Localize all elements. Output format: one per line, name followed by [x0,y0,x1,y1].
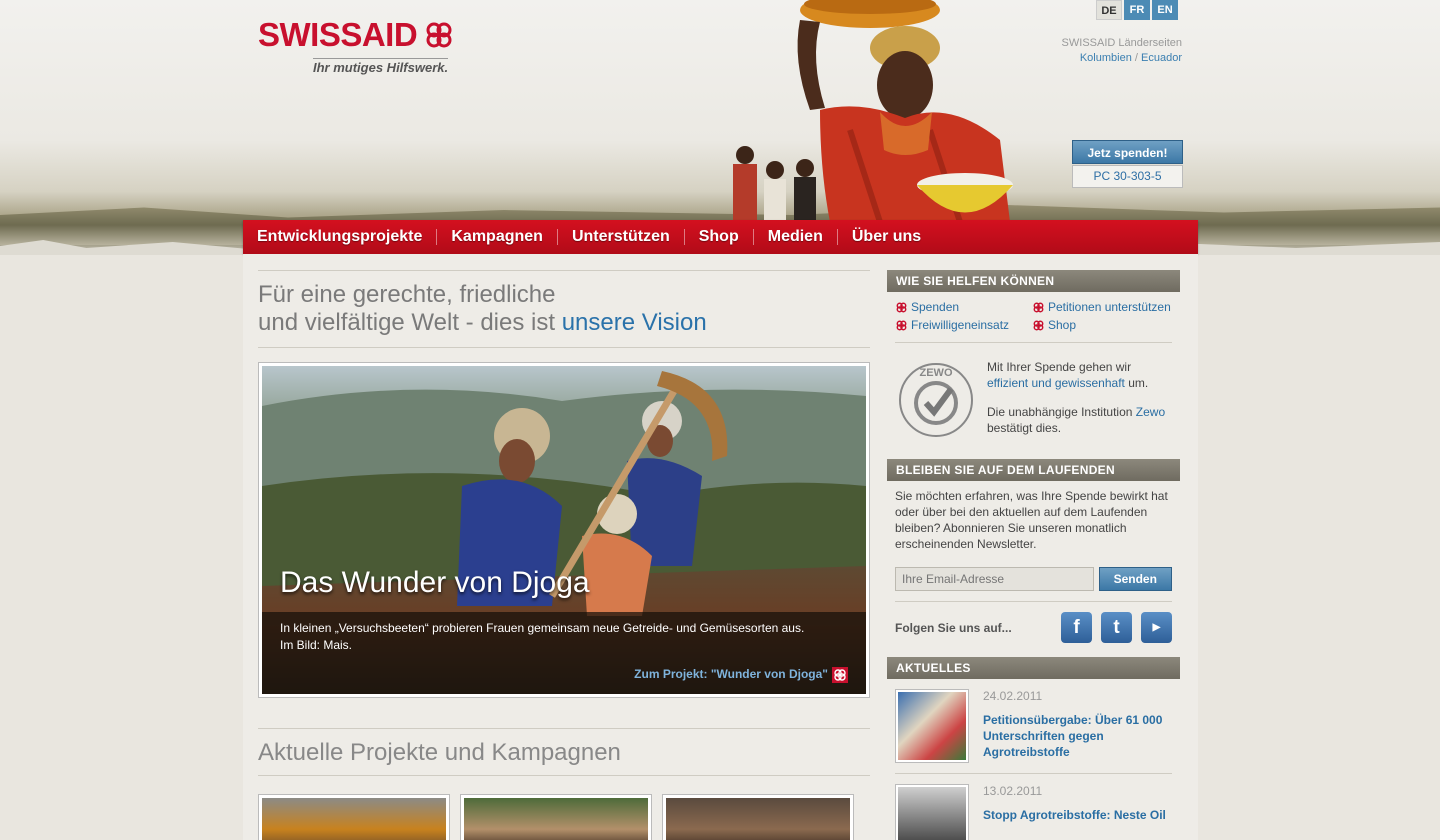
language-switcher: DE FR EN [1096,0,1178,20]
help-links: Spenden Petitionen unterstützen Freiwill… [887,292,1180,342]
country-separator: / [1134,52,1138,64]
help-link-label: Spenden [911,300,960,314]
country-link-ecuador[interactable]: Ecuador [1141,52,1182,64]
newsletter-text: Sie möchten erfahren, was Ihre Spende be… [895,489,1168,551]
feature-caption-line-2: Im Bild: Mais. [280,638,353,652]
news-item[interactable]: 24.02.2011 Petitionsübergabe: Über 61 00… [887,679,1180,773]
donate-button[interactable]: Jetz spenden! [1072,140,1183,164]
newsletter-heading: BLEIBEN SIE AUF DEM LAUFENDEN [887,459,1180,481]
swissaid-logo[interactable]: SWISSAID Ihr mutiges Hilfswerk. [258,16,454,75]
project-thumbnail[interactable] [460,794,652,840]
zewo-text-1: Mit Ihrer Spende gehen wir effizient und… [987,359,1165,391]
news-item[interactable]: 13.02.2011 Stopp Agrotreibstoffe: Neste … [887,774,1180,840]
zewo-text-2a: Die unabhängige Institution [987,405,1133,419]
main-nav: Entwicklungsprojekte Kampagnen Unterstüt… [243,220,1198,254]
nav-item-shop[interactable]: Shop [699,229,754,245]
projects-section: Aktuelle Projekte und Kampagnen [258,728,870,767]
zewo-seal-label: ZEWO [920,367,953,379]
project-thumbnail[interactable] [258,794,450,840]
zewo-link[interactable]: Zewo [1136,405,1165,419]
swissaid-cross-icon [426,22,452,48]
projects-heading: Aktuelle Projekte und Kampagnen [258,739,621,766]
vision-link[interactable]: unsere Vision [562,309,707,336]
swissaid-cross-icon [1033,302,1044,313]
sidebar: WIE SIE HELFEN KÖNNEN Spenden Petitionen… [887,270,1180,840]
lang-en[interactable]: EN [1152,0,1178,20]
vision-line-1: Für eine gerechte, friedliche [258,281,556,308]
country-link-kolumbien[interactable]: Kolumbien [1080,52,1132,64]
newsletter-form: Senden [887,559,1180,601]
swissaid-cross-icon [1033,320,1044,331]
news-title[interactable]: Petitionsübergabe: Über 61 000 Unterschr… [983,712,1172,760]
zewo-certification: ZEWO Mit Ihrer Spende gehen wir effizien… [887,343,1180,459]
divider [258,270,870,271]
country-sites: SWISSAID Länderseiten Kolumbien / Ecuado… [1062,36,1182,66]
lang-de[interactable]: DE [1096,0,1122,20]
vision-statement: Für eine gerechte, friedliche und vielfä… [258,281,870,337]
nav-item-medien[interactable]: Medien [768,229,838,245]
zewo-seal-icon[interactable]: ZEWO [895,359,977,441]
logo-wordmark: SWISSAID [258,16,418,53]
newsletter-submit-button[interactable]: Senden [1098,567,1172,591]
project-thumbnail[interactable] [662,794,854,840]
help-heading: WIE SIE HELFEN KÖNNEN [887,270,1180,292]
vision-line-2: und vielfältige Welt - dies ist [258,309,556,336]
news-thumbnail [895,784,969,840]
feature-photo: Das Wunder von Djoga In kleinen „Versuch… [262,366,866,694]
nav-item-entwicklungsprojekte[interactable]: Entwicklungsprojekte [257,229,438,245]
help-link-label: Petitionen unterstützen [1048,300,1171,314]
postal-account: PC 30-303-5 [1072,165,1183,188]
news-date: 13.02.2011 [983,784,1043,798]
swissaid-cross-icon [896,320,907,331]
youtube-icon[interactable]: ▶ [1141,612,1172,643]
zewo-text-1b: um. [1128,376,1149,390]
divider [258,775,870,776]
feature-caption-line-1: In kleinen „Versuchsbeeten“ probieren Fr… [280,621,805,635]
feature-project-link[interactable]: Zum Projekt: "Wunder von Djoga" [634,667,848,683]
site-header: SWISSAID Ihr mutiges Hilfswerk. DE FR EN… [0,0,1440,255]
logo-tagline: Ihr mutiges Hilfswerk. [313,58,449,75]
email-field[interactable] [895,567,1094,591]
country-sites-label: SWISSAID Länderseiten [1061,37,1182,49]
zewo-text-1a: Mit Ihrer Spende gehen wir [987,360,1132,374]
help-link-petitionen[interactable]: Petitionen unterstützen [1033,300,1183,314]
feature-project-link-label: Zum Projekt: "Wunder von Djoga" [634,667,828,682]
news-heading: AKTUELLES [887,657,1180,679]
twitter-icon[interactable]: t [1101,612,1132,643]
nav-item-ueber-uns[interactable]: Über uns [852,229,935,245]
social-follow: Folgen Sie uns auf... f t ▶ [887,602,1180,657]
zewo-text-2: Die unabhängige Institution Zewo bestäti… [987,404,1165,436]
hero-photo [733,0,1013,222]
facebook-icon[interactable]: f [1061,612,1092,643]
zewo-text-2b: bestätigt dies. [987,421,1062,435]
help-link-label: Shop [1048,318,1077,332]
help-link-spenden[interactable]: Spenden [896,300,1033,314]
main-column: Für eine gerechte, friedliche und vielfä… [258,270,870,840]
feature-title: Das Wunder von Djoga [280,566,590,599]
lang-fr[interactable]: FR [1124,0,1150,20]
help-link-freiwilligeneinsatz[interactable]: Freiwilligeneinsatz [896,318,1033,332]
news-date: 24.02.2011 [983,689,1043,703]
news-title[interactable]: Stopp Agrotreibstoffe: Neste Oil [983,807,1166,823]
divider [258,347,870,348]
follow-label: Folgen Sie uns auf... [895,620,1012,635]
news-thumbnail [895,689,969,763]
zewo-efficiency-link[interactable]: effizient und gewissenhaft [987,376,1125,390]
help-link-label: Freiwilligeneinsatz [911,318,1010,332]
project-thumbnails [258,794,870,840]
swissaid-cross-icon [832,667,848,683]
swissaid-cross-icon [896,302,907,313]
nav-item-kampagnen[interactable]: Kampagnen [451,229,558,245]
help-link-shop[interactable]: Shop [1033,318,1183,332]
nav-item-unterstuetzen[interactable]: Unterstützen [572,229,685,245]
feature-teaser[interactable]: Das Wunder von Djoga In kleinen „Versuch… [258,362,870,698]
